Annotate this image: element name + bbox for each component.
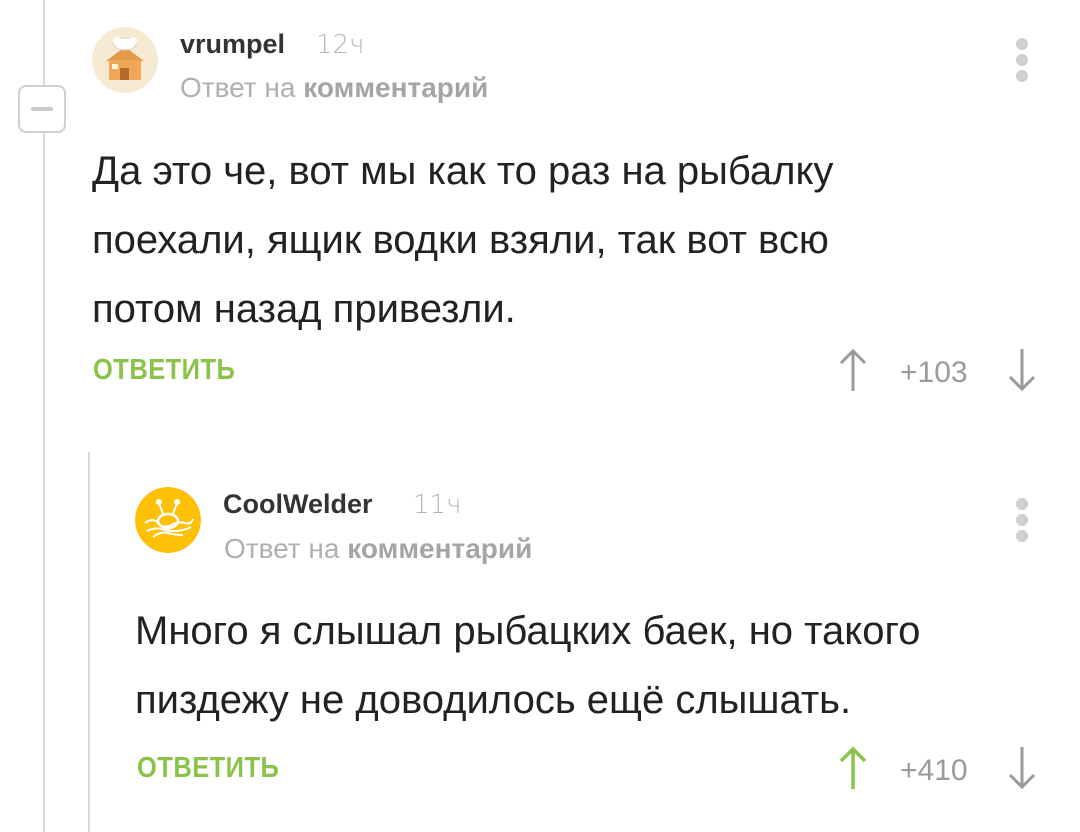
comment-time: 12ч bbox=[316, 30, 365, 60]
reply-to-link[interactable]: комментарий bbox=[347, 533, 532, 564]
flying-spaghetti-monster-icon bbox=[135, 487, 201, 553]
avatar[interactable] bbox=[135, 487, 201, 553]
thread-line-root[interactable] bbox=[43, 0, 45, 85]
comment-text: Много я слышал рыбацких баек, но такого … bbox=[135, 597, 1035, 735]
arrow-up-icon bbox=[839, 348, 867, 391]
thread-line-root-lower[interactable] bbox=[43, 133, 45, 832]
score: +103 bbox=[900, 356, 968, 389]
reply-button[interactable]: ОТВЕТИТЬ bbox=[93, 354, 235, 387]
reply-to-line: Ответ на комментарий bbox=[180, 72, 488, 104]
comment-thread: vrumpel 12ч Ответ на комментарий Да это … bbox=[0, 0, 1080, 832]
downvote-button[interactable] bbox=[1002, 345, 1042, 395]
collapse-thread-button[interactable] bbox=[18, 85, 66, 133]
reply-to-prefix: Ответ на bbox=[224, 533, 340, 564]
reply-to-prefix: Ответ на bbox=[180, 72, 296, 103]
reply-to-link[interactable]: комментарий bbox=[303, 72, 488, 103]
upvote-button[interactable] bbox=[833, 743, 873, 793]
more-options-icon[interactable] bbox=[1012, 36, 1032, 84]
arrow-down-icon bbox=[1008, 349, 1036, 392]
more-options-icon[interactable] bbox=[1012, 496, 1032, 544]
score: +410 bbox=[900, 754, 968, 787]
comment-time: 11ч bbox=[413, 490, 462, 520]
comment-text-line: потом назад привезли. bbox=[92, 287, 516, 331]
thread-line-nested[interactable] bbox=[88, 452, 90, 832]
comment-text: Да это че, вот мы как то раз на рыбалку … bbox=[92, 137, 992, 344]
username[interactable]: CoolWelder bbox=[223, 489, 373, 520]
comment-text-line: Да это че, вот мы как то раз на рыбалку bbox=[92, 149, 834, 193]
comment-text-line: поехали, ящик водки взяли, так вот всю bbox=[92, 218, 829, 262]
username[interactable]: vrumpel bbox=[180, 29, 285, 60]
arrow-up-icon bbox=[839, 746, 867, 789]
avatar[interactable] bbox=[92, 27, 158, 93]
arrow-down-icon bbox=[1008, 747, 1036, 790]
comment-text-line: пиздежу не доводилось ещё слышать. bbox=[135, 678, 852, 722]
reply-button[interactable]: ОТВЕТИТЬ bbox=[137, 752, 279, 785]
house-with-chef-hat-icon bbox=[92, 27, 158, 93]
downvote-button[interactable] bbox=[1002, 743, 1042, 793]
upvote-button[interactable] bbox=[833, 345, 873, 395]
comment-text-line: Много я слышал рыбацких баек, но такого bbox=[135, 609, 921, 653]
reply-to-line: Ответ на комментарий bbox=[224, 533, 532, 565]
